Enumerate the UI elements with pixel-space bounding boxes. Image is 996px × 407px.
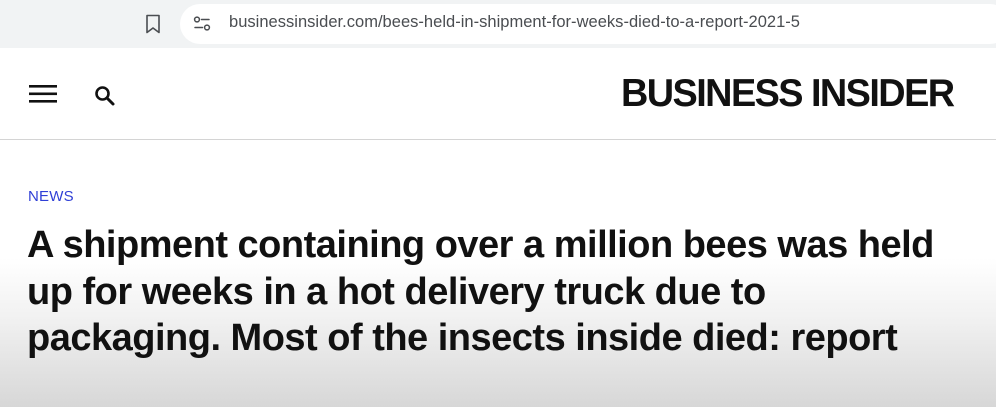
url-text[interactable]: businessinsider.com/bees-held-in-shipmen… (229, 13, 800, 32)
site-header: BUSINESS INSIDER (0, 48, 996, 140)
article-header: NEWS A shipment containing over a millio… (0, 140, 996, 407)
hamburger-menu-icon[interactable] (27, 81, 59, 107)
bookmark-icon[interactable] (141, 11, 165, 37)
site-logo[interactable]: BUSINESS INSIDER (621, 74, 962, 114)
article-headline: A shipment containing over a million bee… (27, 224, 934, 359)
category-link[interactable]: NEWS (28, 188, 74, 205)
browser-address-bar: businessinsider.com/bees-held-in-shipmen… (0, 0, 996, 48)
site-settings-icon[interactable] (190, 12, 214, 36)
search-icon[interactable] (92, 83, 118, 109)
